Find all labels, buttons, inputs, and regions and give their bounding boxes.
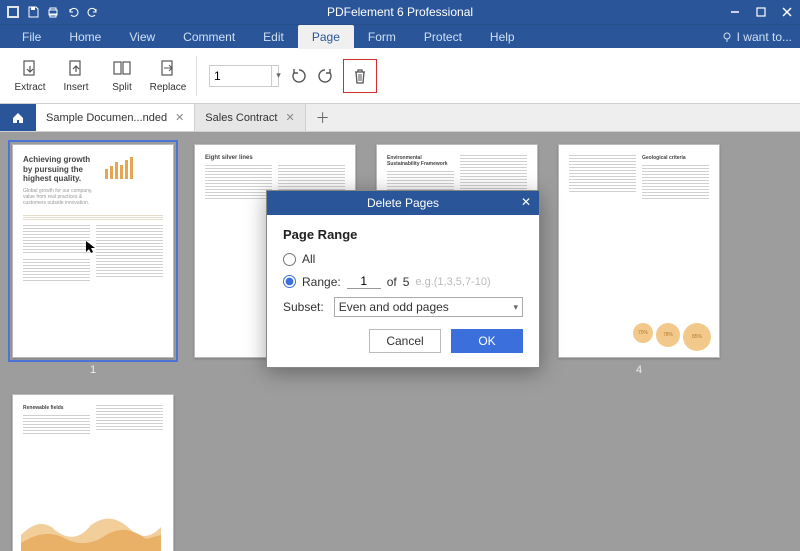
subset-label: Subset: [283, 300, 324, 314]
replace-icon [157, 58, 179, 80]
app-icon [6, 5, 20, 19]
dialog-close-button[interactable]: ✕ [517, 193, 535, 211]
extract-icon [19, 58, 41, 80]
radio-all-label: All [302, 252, 315, 266]
radio-all[interactable] [283, 253, 296, 266]
i-want-to-label: I want to... [737, 30, 792, 44]
insert-icon [65, 58, 87, 80]
insert-label: Insert [63, 82, 88, 93]
i-want-to[interactable]: I want to... [721, 30, 792, 44]
window-title: PDFelement 6 Professional [327, 5, 473, 19]
ok-button[interactable]: OK [451, 329, 523, 353]
undo-icon[interactable] [66, 5, 80, 19]
radio-range[interactable] [283, 275, 296, 288]
close-icon: ✕ [521, 195, 531, 209]
maximize-button[interactable] [748, 0, 774, 24]
page-thumbnail-5[interactable]: Renewable fields [12, 394, 174, 551]
tab-label: Sales Contract [205, 112, 277, 124]
rotate-right-button[interactable] [313, 64, 337, 88]
quick-access-toolbar [0, 5, 106, 19]
save-icon[interactable] [26, 5, 40, 19]
subset-value: Even and odd pages [339, 300, 449, 314]
page-number-box: ▾ [209, 65, 285, 87]
subset-select[interactable]: Even and odd pages ▾ [334, 297, 523, 317]
tab-close-icon[interactable]: ✕ [175, 111, 184, 124]
document-tab-strip: Sample Documen...nded ✕ Sales Contract ✕… [0, 104, 800, 132]
thumbnail-label: 4 [636, 364, 642, 376]
menu-form[interactable]: Form [354, 25, 410, 49]
chevron-down-icon: ▾ [513, 302, 518, 313]
menu-edit[interactable]: Edit [249, 25, 298, 49]
replace-button[interactable]: Replace [146, 52, 190, 100]
menu-bar: File Home View Comment Edit Page Form Pr… [0, 24, 800, 48]
page-thumbnail-1[interactable]: Achieving growth by pursuing the highest… [12, 144, 174, 376]
rotate-left-button[interactable] [287, 64, 311, 88]
replace-label: Replace [150, 82, 187, 93]
minimize-button[interactable] [722, 0, 748, 24]
extract-label: Extract [14, 82, 45, 93]
total-pages: 5 [403, 275, 410, 289]
radio-range-label: Range: [302, 275, 341, 289]
ribbon-page: Extract Insert Split Replace ▾ [0, 48, 800, 104]
menu-home[interactable]: Home [55, 25, 115, 49]
page-number-input[interactable] [209, 65, 279, 87]
menu-comment[interactable]: Comment [169, 25, 249, 49]
range-hint: e.g.(1,3,5,7-10) [415, 276, 490, 288]
title-bar: PDFelement 6 Professional [0, 0, 800, 24]
bubble-value: 85% [683, 323, 711, 351]
trash-icon [350, 66, 370, 86]
menu-page[interactable]: Page [298, 25, 354, 49]
home-icon [11, 111, 25, 125]
dialog-titlebar[interactable]: Delete Pages ✕ [267, 191, 539, 215]
cursor-icon [85, 240, 103, 254]
bubble-value: 78% [656, 323, 680, 347]
range-input[interactable] [347, 274, 381, 289]
page1-heading: Achieving growth by pursuing the highest… [23, 155, 99, 184]
print-icon[interactable] [46, 5, 60, 19]
menu-view[interactable]: View [115, 25, 169, 49]
of-label: of [387, 275, 397, 289]
bulb-icon [721, 31, 733, 43]
redo-icon[interactable] [86, 5, 100, 19]
menu-protect[interactable]: Protect [410, 25, 476, 49]
close-button[interactable] [774, 0, 800, 24]
page-thumbnail-4[interactable]: Geological criteria 70% 78% 85% 4 [558, 144, 720, 376]
ribbon-separator [196, 56, 197, 96]
cancel-button[interactable]: Cancel [369, 329, 441, 353]
tab-close-icon[interactable]: ✕ [285, 111, 294, 124]
insert-button[interactable]: Insert [54, 52, 98, 100]
delete-pages-dialog: Delete Pages ✕ Page Range All Range: of … [266, 190, 540, 368]
extract-button[interactable]: Extract [8, 52, 52, 100]
dialog-title: Delete Pages [367, 196, 439, 210]
thumbnail-label: 1 [90, 364, 96, 376]
document-tab-2[interactable]: Sales Contract ✕ [195, 104, 305, 131]
split-button[interactable]: Split [100, 52, 144, 100]
page-range-heading: Page Range [283, 227, 523, 242]
document-tab-1[interactable]: Sample Documen...nded ✕ [36, 104, 195, 131]
delete-page-button[interactable] [348, 64, 372, 88]
new-tab-button[interactable]: ＋ [306, 104, 340, 131]
delete-page-highlight [343, 59, 377, 93]
split-icon [111, 58, 133, 80]
menu-file[interactable]: File [8, 25, 55, 49]
bubble-value: 70% [633, 323, 653, 343]
menu-help[interactable]: Help [476, 25, 529, 49]
tab-home-button[interactable] [0, 104, 36, 131]
page-dropdown-icon[interactable]: ▾ [271, 65, 285, 87]
window-controls [722, 0, 800, 24]
split-label: Split [112, 82, 131, 93]
tab-label: Sample Documen...nded [46, 112, 167, 124]
